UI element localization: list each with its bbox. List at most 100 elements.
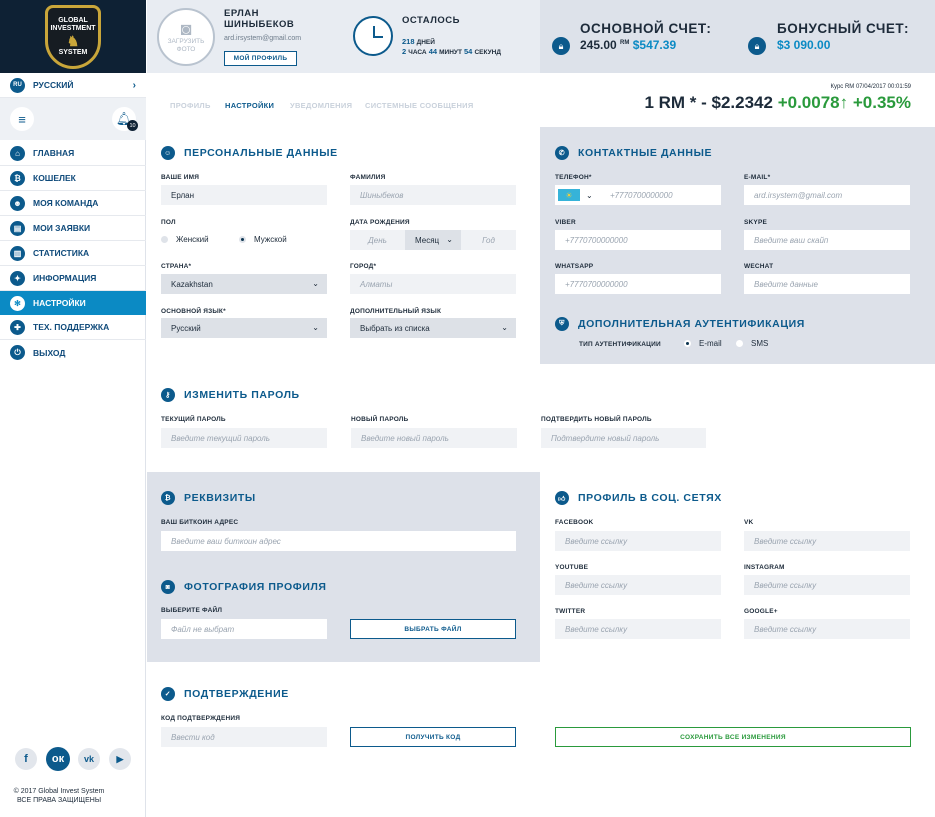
sidebar-item-label: Моя команда: [33, 198, 99, 208]
whatsapp-field[interactable]: +7770700000000: [555, 274, 721, 294]
contacts-title: ✆ Контактные данные: [555, 146, 712, 160]
sidebar-item-logout[interactable]: ⏻ Выход: [0, 340, 146, 365]
instagram-field[interactable]: Введите ссылку: [744, 575, 910, 595]
tab-settings[interactable]: Настройки: [225, 101, 274, 110]
choose-file-button[interactable]: Выбрать файл: [350, 619, 516, 639]
password-title: ⚷ Изменить пароль: [161, 388, 300, 402]
current-password-field[interactable]: Введите текущий пароль: [161, 428, 327, 448]
country-label: Страна*: [161, 263, 192, 270]
confirmation-code-field[interactable]: Ввести код: [161, 727, 327, 747]
shield-icon: ⛨: [555, 317, 569, 331]
sidebar-item-wallet[interactable]: ₿ Кошелек: [0, 166, 146, 191]
social-title-text: Профиль в соц. сетях: [578, 492, 722, 504]
rate-change: +0.0078↑: [777, 93, 849, 112]
profile-header: ◙ загрузить фото Ерлан Шиныбеков ard.irs…: [147, 0, 540, 73]
upload-photo-button[interactable]: ◙ загрузить фото: [157, 8, 215, 66]
language-label: Русский: [33, 80, 74, 90]
youtube-label: YouTube: [555, 564, 589, 571]
sidebar-item-settings[interactable]: ✻ Настройки: [0, 291, 146, 315]
copyright: © 2017 Global Invest System ВСЕ ПРАВА ЗА…: [0, 787, 118, 805]
tab-profile[interactable]: Профиль: [170, 101, 211, 110]
vk-icon[interactable]: vk: [78, 748, 100, 770]
logo[interactable]: GLOBAL INVESTMENT ♞ SYSTEM: [0, 0, 146, 73]
youtube-icon[interactable]: ▶: [109, 748, 131, 770]
chevron-right-icon: ›: [132, 79, 136, 91]
rate-display: 1 RM * - $2.2342 +0.0078↑ +0.35%: [644, 93, 911, 113]
auth-title: ⛨ Дополнительная аутентификация: [555, 317, 805, 331]
twitter-field[interactable]: Введите ссылку: [555, 619, 721, 639]
new-password-field[interactable]: Введите новый пароль: [351, 428, 517, 448]
first-name-field[interactable]: Ерлан: [161, 185, 327, 205]
bell-icon[interactable]: 🔔︎ 10: [112, 107, 138, 131]
settings-tabs: Профиль Настройки Уведомления Системные …: [147, 73, 935, 127]
phone-country-select[interactable]: ☀ ⌄: [555, 185, 600, 205]
radio-label: SMS: [751, 339, 769, 348]
btc-address-field[interactable]: Введите ваш биткоин адрес: [161, 531, 516, 551]
facebook-label: Facebook: [555, 519, 594, 526]
personal-title-text: Персональные данные: [184, 147, 338, 159]
team-icon: ☻: [10, 195, 25, 211]
birth-year-field[interactable]: Год: [461, 230, 516, 250]
odnoklassniki-icon[interactable]: ок: [46, 747, 70, 771]
file-name-field[interactable]: Файл не выбрат: [161, 619, 327, 639]
requisites-title: ₿ Реквизиты: [161, 491, 256, 505]
confirm-title: ✓ Подтверждение: [161, 687, 289, 701]
logo-shield: GLOBAL INVESTMENT ♞ SYSTEM: [45, 4, 101, 69]
days-label: дней: [416, 39, 435, 46]
my-profile-button[interactable]: Мой профиль: [224, 51, 297, 66]
email-field[interactable]: ard.irsystem@gmail.com: [744, 185, 910, 205]
birth-month-select[interactable]: Месяц ⌄: [405, 230, 461, 250]
sidebar-item-home[interactable]: ⌂ Главная: [0, 141, 146, 166]
language-flag-icon: RU: [10, 77, 25, 93]
youtube-field[interactable]: Введите ссылку: [555, 575, 721, 595]
current-password-label: Текущий пароль: [161, 416, 226, 423]
main-account-rm: 245.00: [580, 38, 617, 52]
main-language-select[interactable]: Русский ⌄: [161, 318, 327, 338]
days-value: 218: [402, 37, 415, 46]
city-field[interactable]: Алматы: [350, 274, 516, 294]
get-code-button[interactable]: Получить код: [350, 727, 516, 747]
wechat-field[interactable]: Введите данные: [744, 274, 910, 294]
last-name-field[interactable]: Шиныбеков: [350, 185, 516, 205]
google-field[interactable]: Введите ссылку: [744, 619, 910, 639]
sidebar-item-support[interactable]: ✚ Тех. поддержка: [0, 315, 146, 340]
sidebar-item-statistics[interactable]: ▥ Статистика: [0, 241, 146, 266]
vk-field[interactable]: Введите ссылку: [744, 531, 910, 551]
auth-sms-radio[interactable]: SMS: [736, 339, 768, 348]
country-select[interactable]: Kazakhstan ⌄: [161, 274, 327, 294]
viber-label: Viber: [555, 219, 576, 226]
rights-line: ВСЕ ПРАВА ЗАЩИЩЕНЫ: [16, 797, 102, 804]
skype-field[interactable]: Введите ваш скайп: [744, 230, 910, 250]
gender-female-radio[interactable]: Женский: [161, 235, 209, 244]
check-icon: ✓: [161, 687, 175, 701]
radio-label: Мужской: [254, 235, 287, 244]
menu-icon[interactable]: ≡: [10, 107, 34, 131]
social-title: 👍︎ Профиль в соц. сетях: [555, 491, 722, 505]
auth-email-radio[interactable]: E-mail: [684, 339, 722, 348]
gender-male-radio[interactable]: Мужской: [239, 235, 287, 244]
sidebar-item-label: Статистика: [33, 248, 90, 258]
extra-language-select[interactable]: Выбрать из списка ⌄: [350, 318, 516, 338]
sidebar-item-requests[interactable]: ▤ Мои заявки: [0, 216, 146, 241]
clock-icon: [353, 16, 393, 56]
tab-system-messages[interactable]: Системные сообщения: [365, 101, 474, 110]
sidebar-item-information[interactable]: ✦ Информация: [0, 266, 146, 291]
vk-label: VK: [744, 519, 754, 526]
bonus-lock-icon: 🔒︎: [748, 37, 766, 55]
notification-count-badge: 10: [127, 120, 138, 131]
facebook-icon[interactable]: f: [15, 748, 37, 770]
birth-day-field[interactable]: День: [350, 230, 405, 250]
facebook-field[interactable]: Введите ссылку: [555, 531, 721, 551]
tab-notifications[interactable]: Уведомления: [290, 101, 352, 110]
select-value: Kazakhstan: [171, 279, 213, 289]
confirm-password-field[interactable]: Подтвердите новый пароль: [541, 428, 706, 448]
document-icon: ▤: [10, 220, 25, 236]
bonus-account-title: Бонусный счет:: [777, 21, 909, 36]
sidebar-item-team[interactable]: ☻ Моя команда: [0, 191, 146, 216]
save-all-button[interactable]: Сохранить все изменения: [555, 727, 911, 747]
phone-field[interactable]: +7770700000000: [600, 185, 721, 205]
personal-title: ☺ Персональные данные: [161, 146, 338, 160]
viber-field[interactable]: +7770700000000: [555, 230, 721, 250]
photo-title: ◙ Фотография профиля: [161, 580, 327, 594]
language-selector[interactable]: RU Русский ›: [0, 73, 146, 98]
